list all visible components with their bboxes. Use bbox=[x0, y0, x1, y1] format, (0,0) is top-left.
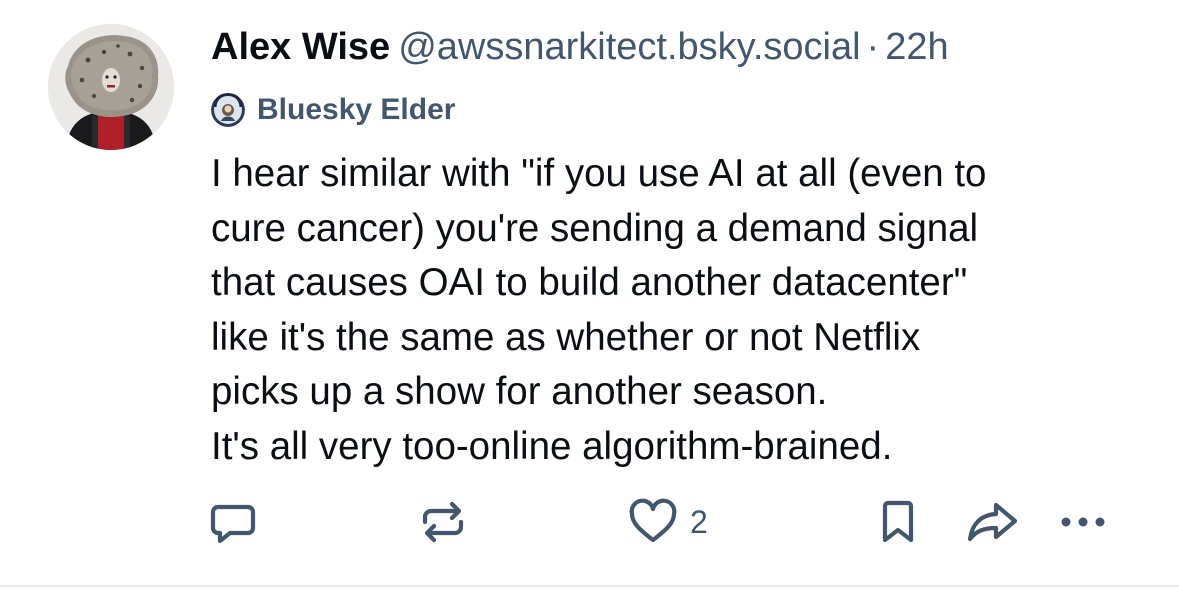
reply-icon bbox=[210, 504, 256, 544]
post-text: I hear similar with "if you use AI at al… bbox=[211, 147, 1156, 474]
post-header: Alex Wise @awssnarkitect.bsky.social · 22h bbox=[211, 24, 949, 74]
repost-button[interactable] bbox=[418, 498, 468, 546]
post-text-line: It's all very too-online algorithm-brain… bbox=[211, 424, 893, 468]
author-handle[interactable]: @awssnarkitect.bsky.social bbox=[398, 26, 860, 68]
post[interactable]: Alex Wise @awssnarkitect.bsky.social · 22h … bbox=[0, 0, 1179, 587]
like-button[interactable]: 2 bbox=[628, 498, 708, 546]
avatar[interactable] bbox=[48, 24, 174, 150]
bookmark-icon bbox=[882, 500, 914, 543]
like-count: 2 bbox=[690, 504, 708, 540]
post-text-line: picks up a show for another season. bbox=[211, 370, 828, 413]
post-text-line: cure cancer) you're sending a demand sig… bbox=[211, 206, 979, 250]
avatar-image bbox=[48, 24, 174, 150]
heart-icon bbox=[629, 498, 677, 543]
post-timestamp[interactable]: 22h bbox=[885, 26, 948, 68]
share-icon bbox=[967, 502, 1018, 542]
reply-button[interactable] bbox=[208, 498, 258, 546]
elder-badge-icon bbox=[211, 93, 245, 127]
post-text-line: like it's the same as whether or not Net… bbox=[211, 315, 921, 359]
post-text-line: that causes OAI to build another datacen… bbox=[211, 261, 968, 304]
author-display-name[interactable]: Alex Wise bbox=[211, 26, 390, 68]
repost-icon bbox=[422, 501, 464, 543]
post-text-line: I hear similar with "if you use AI at al… bbox=[211, 152, 987, 195]
more-icon bbox=[1061, 517, 1105, 527]
more-options-button[interactable] bbox=[1052, 498, 1114, 546]
share-button[interactable] bbox=[966, 498, 1020, 546]
header-separator: · bbox=[866, 26, 880, 68]
elder-badge-label: Bluesky Elder bbox=[257, 93, 456, 126]
elder-badge[interactable]: Bluesky Elder bbox=[211, 93, 455, 127]
bookmark-button[interactable] bbox=[876, 498, 920, 546]
